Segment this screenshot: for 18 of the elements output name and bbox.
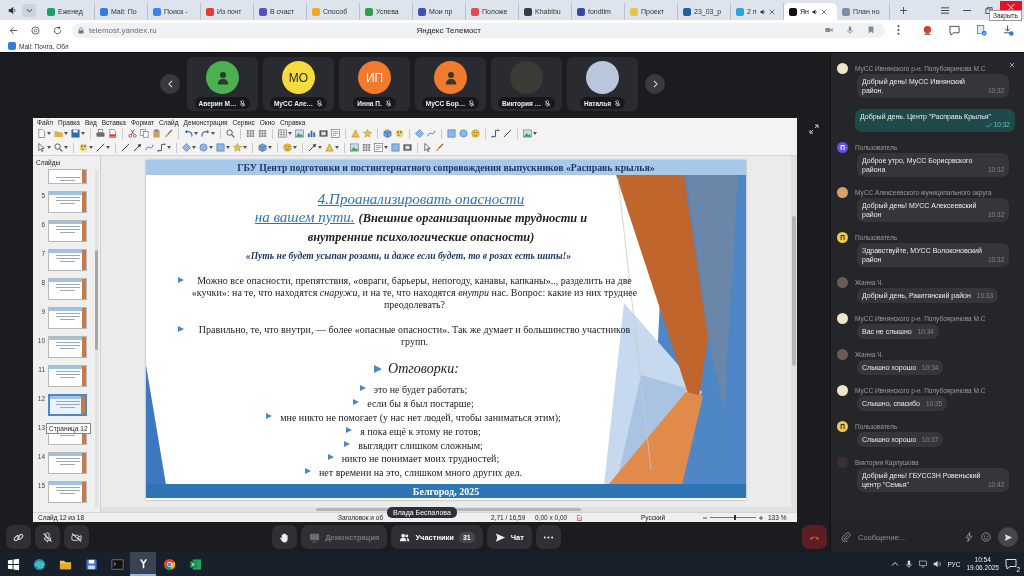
list-item-text: это не будет работать; xyxy=(373,384,468,396)
list-item-text: выглядит слишком сложным; xyxy=(358,439,483,451)
url-text: telemost.yandex.ru xyxy=(89,25,157,35)
slide-subheading: Отговорки: xyxy=(388,361,459,377)
list-item-text: никто не понимает моих трудностей; xyxy=(341,453,500,465)
bullet-text: Правильно, те, что внутри, — более «опасные опасности». Так же думает и большинство участников групп. xyxy=(197,324,632,348)
list-item-text: я пока ещё к этому не готов; xyxy=(360,425,481,437)
list-item-text: нет времени на это, слишком много других дел. xyxy=(318,467,522,479)
list-item-text: мне никто не помогает (у нас нет людей, чтобы заниматься этим); xyxy=(280,412,561,423)
page-title: Яндекс Телемост xyxy=(415,25,483,35)
avatar: МО xyxy=(282,61,315,94)
slide-footer-band: Белгород, 2025 xyxy=(146,484,746,498)
bullet-text: Можно все опасности, препятствия, «овраги, барьеры, непогоду, канавы, капканы».., разделить на две «кучки»: на те, что находятся снаружи, и на те, что находятся внутри нас. Вопрос: какие из них труднее преодолевать? xyxy=(190,275,639,311)
slide-header-band: ГБУ Центр подготовки и постинтернатного сопровождения выпускников «Расправь крылья» xyxy=(146,160,746,175)
list-item-text: если бы я был постарше; xyxy=(367,398,474,410)
slide-title: 4.Проанализировать опасности на вашем пути. (Внешние организационные трудности и внутренние психологические опасности) xyxy=(253,190,589,246)
slide-quote: «Путь не будет усыпан розами, и даже если будет, то в розах есть шипы!» xyxy=(245,250,572,262)
avatar: ИП xyxy=(358,61,391,94)
